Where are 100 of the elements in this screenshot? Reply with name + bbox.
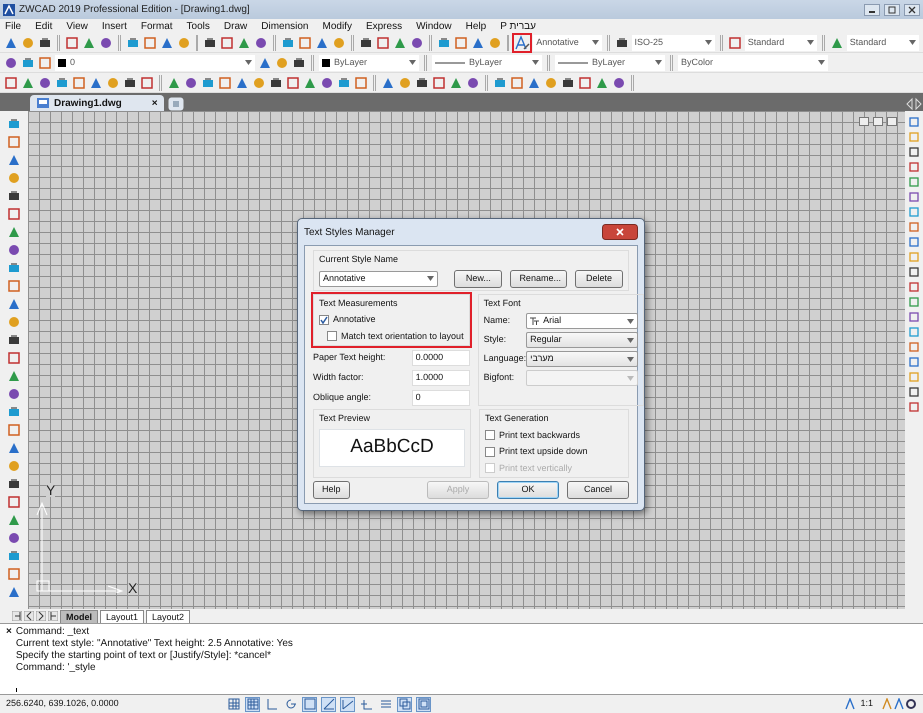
tool-icon[interactable] bbox=[7, 441, 21, 455]
layer-dropdown[interactable]: 0 bbox=[55, 54, 255, 70]
status-toggle-button[interactable] bbox=[302, 696, 317, 712]
tab-close-button[interactable]: × bbox=[152, 96, 158, 110]
style-name-dropdown[interactable]: Annotative bbox=[319, 270, 438, 286]
tool-icon[interactable] bbox=[7, 585, 21, 599]
tab-nav-icon[interactable] bbox=[12, 611, 22, 621]
layout-tab[interactable]: Model bbox=[60, 610, 98, 622]
text-style-dropdown[interactable]: Annotative bbox=[533, 34, 602, 50]
font-dropdown[interactable]: Regular bbox=[526, 332, 638, 348]
text-style-icon[interactable] bbox=[514, 34, 530, 50]
color-dropdown[interactable]: ByLayer bbox=[319, 54, 419, 70]
maximize-icon[interactable] bbox=[884, 4, 900, 16]
tool-icon[interactable] bbox=[235, 76, 249, 90]
tool-icon[interactable] bbox=[4, 56, 18, 70]
viewport-restore-icon[interactable] bbox=[873, 117, 883, 126]
number-field[interactable]: 0.0000 bbox=[412, 350, 470, 366]
tool-icon[interactable] bbox=[7, 351, 21, 365]
dialog-button[interactable]: Cancel bbox=[567, 481, 629, 499]
status-toggle-button[interactable] bbox=[416, 696, 431, 712]
dialog-button[interactable]: New... bbox=[454, 270, 502, 288]
tool-icon[interactable] bbox=[358, 36, 373, 50]
viewport-close-icon[interactable] bbox=[887, 117, 897, 126]
close-icon[interactable] bbox=[904, 4, 920, 16]
menu-item[interactable]: View bbox=[66, 18, 88, 34]
number-field[interactable]: 0 bbox=[412, 390, 470, 406]
tool-icon[interactable] bbox=[98, 36, 113, 50]
dim-style-dropdown[interactable]: ISO-25 bbox=[632, 34, 715, 50]
menu-item[interactable]: Draw bbox=[224, 18, 248, 34]
status-toggle-button[interactable] bbox=[397, 696, 412, 712]
status-toggle-button[interactable] bbox=[245, 696, 260, 712]
tool-icon[interactable] bbox=[728, 36, 742, 50]
checkbox[interactable] bbox=[485, 430, 495, 440]
tool-icon[interactable] bbox=[315, 36, 329, 50]
status-toggle-button[interactable] bbox=[226, 696, 241, 712]
tab-nav-icon[interactable] bbox=[36, 611, 46, 621]
layout-tab[interactable]: Layout1 bbox=[100, 610, 144, 622]
dialog-button[interactable]: Rename... bbox=[510, 270, 567, 288]
menu-item[interactable]: Modify bbox=[322, 18, 352, 34]
tool-icon[interactable] bbox=[320, 76, 334, 90]
settings-icon[interactable] bbox=[905, 698, 917, 710]
minimize-icon[interactable] bbox=[864, 4, 880, 16]
menu-item[interactable]: Format bbox=[140, 18, 173, 34]
status-toggle-button[interactable] bbox=[340, 696, 355, 712]
tool-icon[interactable] bbox=[7, 153, 21, 167]
layout-tab[interactable]: Layout2 bbox=[146, 610, 190, 622]
menu-item[interactable]: File bbox=[5, 18, 22, 34]
status-toggle-button[interactable] bbox=[321, 696, 336, 712]
menu-item[interactable]: Help bbox=[466, 18, 486, 34]
tool-icon[interactable] bbox=[432, 76, 446, 90]
menu-item[interactable]: P עברית bbox=[500, 18, 536, 34]
linetype-dropdown[interactable]: ByLayer bbox=[432, 54, 542, 70]
annotation-visibility-icon[interactable] bbox=[881, 698, 893, 710]
tool-icon[interactable] bbox=[4, 76, 18, 90]
dialog-button[interactable]: Help bbox=[313, 481, 350, 499]
menu-item[interactable]: Edit bbox=[35, 18, 52, 34]
tool-icon[interactable] bbox=[7, 189, 21, 203]
tool-icon[interactable] bbox=[561, 76, 575, 90]
tool-icon[interactable] bbox=[7, 333, 21, 347]
viewport-minimize-icon[interactable] bbox=[859, 117, 869, 126]
font-dropdown[interactable]: מערבי bbox=[526, 351, 638, 367]
tool-icon[interactable] bbox=[466, 76, 480, 90]
menu-item[interactable]: Insert bbox=[102, 18, 127, 34]
font-dropdown[interactable]: Arial bbox=[526, 313, 638, 329]
tool-icon[interactable] bbox=[7, 387, 21, 401]
tool-icon[interactable] bbox=[415, 76, 429, 90]
menu-item[interactable]: Tools bbox=[186, 18, 210, 34]
tool-icon[interactable] bbox=[376, 36, 390, 50]
tool-icon[interactable] bbox=[184, 76, 198, 90]
tool-icon[interactable] bbox=[527, 76, 541, 90]
tool-icon[interactable] bbox=[203, 36, 218, 50]
tool-icon[interactable] bbox=[38, 76, 52, 90]
tool-icon[interactable] bbox=[7, 297, 21, 311]
tool-icon[interactable] bbox=[7, 495, 21, 509]
tool-icon[interactable] bbox=[89, 76, 103, 90]
checkbox[interactable] bbox=[327, 331, 337, 342]
tool-icon[interactable] bbox=[160, 36, 174, 50]
tool-icon[interactable] bbox=[286, 76, 300, 90]
tool-icon[interactable] bbox=[612, 76, 626, 90]
annotation-autoscale-icon[interactable] bbox=[893, 698, 905, 710]
checkbox[interactable] bbox=[319, 314, 329, 325]
tool-icon[interactable] bbox=[292, 56, 306, 70]
annotation-scale-dropdown[interactable]: 1:1 bbox=[860, 697, 873, 711]
dialog-button[interactable]: Delete bbox=[575, 270, 623, 288]
tool-icon[interactable] bbox=[7, 243, 21, 257]
lineweight-dropdown[interactable]: ByLayer bbox=[555, 54, 665, 70]
tool-icon[interactable] bbox=[578, 76, 592, 90]
tab-nav-icon[interactable] bbox=[48, 611, 58, 621]
tool-icon[interactable] bbox=[220, 36, 234, 50]
menu-item[interactable]: Express bbox=[366, 18, 402, 34]
tool-icon[interactable] bbox=[470, 36, 484, 50]
document-tab[interactable]: Drawing1.dwg × bbox=[30, 95, 164, 111]
tool-icon[interactable] bbox=[7, 531, 21, 545]
tool-icon[interactable] bbox=[258, 56, 272, 70]
new-tab-icon[interactable] bbox=[168, 97, 184, 111]
plot-style-dropdown[interactable]: ByColor bbox=[678, 54, 828, 70]
close-icon[interactable] bbox=[602, 224, 638, 240]
tool-icon[interactable] bbox=[64, 36, 79, 50]
tool-icon[interactable] bbox=[381, 76, 395, 90]
number-field[interactable]: 1.0000 bbox=[412, 370, 470, 386]
